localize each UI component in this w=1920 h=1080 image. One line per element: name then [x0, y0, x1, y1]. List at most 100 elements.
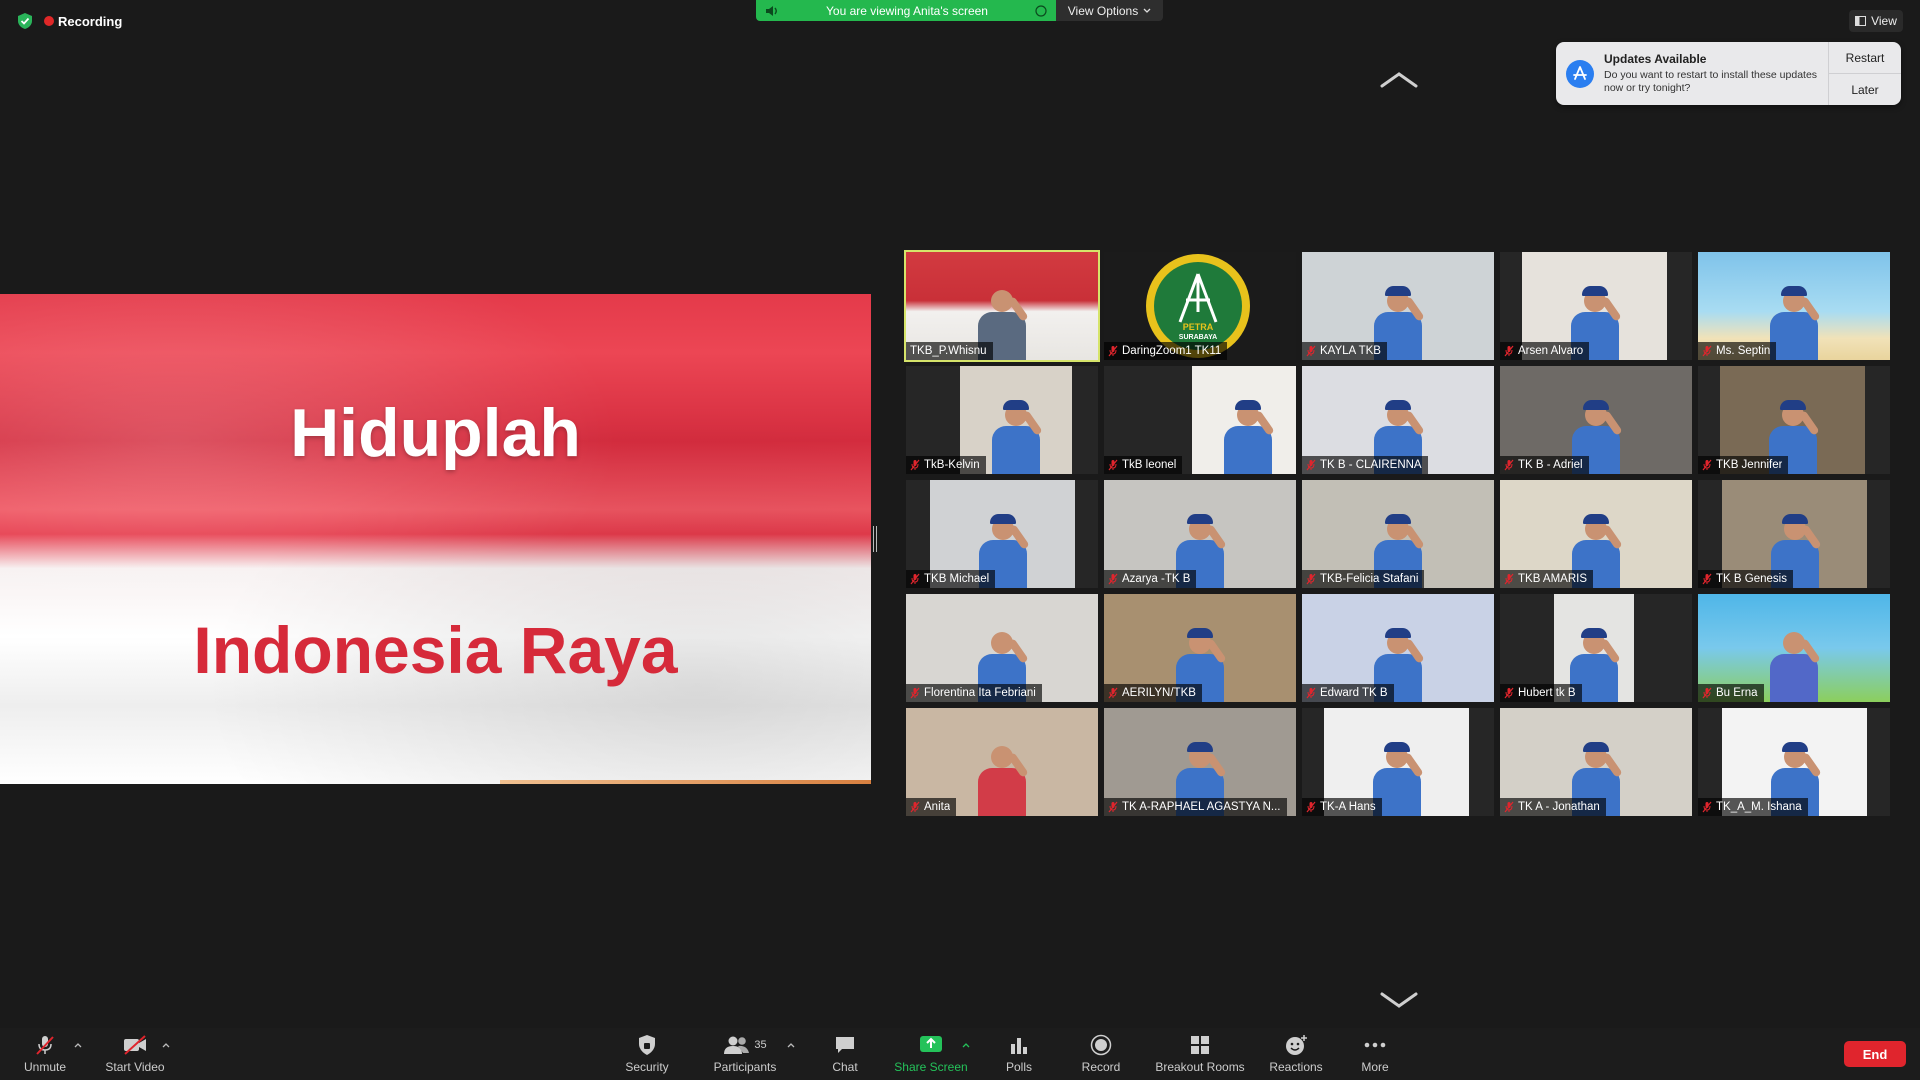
view-options-button[interactable]: View Options — [1056, 0, 1163, 21]
info-icon[interactable] — [1035, 4, 1047, 17]
video-camera-off-icon — [124, 1035, 146, 1055]
participant-name-tag: Edward TK B — [1302, 684, 1394, 702]
microphone-muted-icon — [910, 573, 920, 585]
page-down-arrow-icon[interactable] — [1380, 990, 1418, 1010]
participants-button[interactable]: 35 Participants — [706, 1028, 784, 1080]
later-button[interactable]: Later — [1829, 73, 1901, 105]
participant-tile[interactable]: Florentina Ita Febriani — [906, 594, 1098, 702]
chat-label: Chat — [832, 1060, 858, 1074]
grid-view-icon — [1855, 16, 1867, 26]
participant-figure — [1224, 400, 1275, 474]
participant-tile[interactable]: Anita — [906, 708, 1098, 816]
participant-name: AERILYN/TKB — [1122, 687, 1196, 699]
microphone-muted-icon — [1306, 459, 1316, 471]
recording-dot-icon — [44, 15, 54, 26]
participant-tile[interactable]: Azarya -TK B — [1104, 480, 1296, 588]
participant-tile[interactable]: TK B - Adriel — [1500, 366, 1692, 474]
notification-body: Updates Available Do you want to restart… — [1556, 42, 1828, 105]
participant-name: Hubert tk B — [1518, 687, 1576, 699]
audio-options-caret-icon[interactable] — [73, 1040, 83, 1050]
participant-tile[interactable]: TKB AMARIS — [1500, 480, 1692, 588]
record-button[interactable]: Record — [1076, 1028, 1126, 1080]
microphone-muted-icon — [1306, 345, 1316, 357]
shield-icon[interactable] — [16, 12, 34, 30]
participant-tile[interactable]: Arsen Alvaro — [1500, 252, 1692, 360]
participant-name: TKB-Felicia Stafani — [1320, 573, 1419, 585]
page-up-arrow-icon[interactable] — [1380, 70, 1418, 90]
record-icon — [1090, 1034, 1112, 1056]
participant-tile[interactable]: KAYLA TKB — [1302, 252, 1494, 360]
security-label: Security — [625, 1060, 669, 1074]
participants-icon — [724, 1036, 750, 1054]
participant-name: TK_A_M. Ishana — [1716, 801, 1802, 813]
participant-tile[interactable]: TKB Jennifer — [1698, 366, 1890, 474]
participant-tile[interactable]: TK B - CLAIRENNA — [1302, 366, 1494, 474]
start-video-label: Start Video — [105, 1060, 165, 1074]
participant-name-tag: TkB-Kelvin — [906, 456, 986, 474]
video-gallery: TKB_P.Whisnu PETRA SURABAYA DaringZoom1 TK1… — [904, 250, 1891, 816]
participant-tile[interactable]: TK B Genesis — [1698, 480, 1890, 588]
participant-name-tag: TKB-Felicia Stafani — [1302, 570, 1425, 588]
restart-button[interactable]: Restart — [1829, 42, 1901, 73]
breakout-rooms-button[interactable]: Breakout Rooms — [1148, 1028, 1252, 1080]
participant-tile[interactable]: TK-A Hans — [1302, 708, 1494, 816]
update-notification: Updates Available Do you want to restart… — [1556, 42, 1901, 105]
participant-tile[interactable]: PETRA SURABAYA DaringZoom1 TK11 — [1104, 252, 1296, 360]
viewing-banner-text: You are viewing Anita's screen — [826, 3, 988, 18]
microphone-muted-icon — [1108, 801, 1118, 813]
participant-tile[interactable]: Hubert tk B — [1500, 594, 1692, 702]
shared-screen[interactable]: Hiduplah Indonesia Raya — [0, 294, 871, 784]
more-dots-icon — [1364, 1042, 1386, 1048]
chat-button[interactable]: Chat — [820, 1028, 870, 1080]
more-button[interactable]: More — [1352, 1028, 1398, 1080]
participant-tile[interactable]: TK_A_M. Ishana — [1698, 708, 1890, 816]
security-button[interactable]: Security — [616, 1028, 678, 1080]
participant-tile[interactable]: TKB Michael — [906, 480, 1098, 588]
participant-name: TK-A Hans — [1320, 801, 1376, 813]
participant-tile[interactable]: AERILYN/TKB — [1104, 594, 1296, 702]
reactions-button[interactable]: Reactions — [1264, 1028, 1328, 1080]
participant-tile[interactable]: Ms. Septin — [1698, 252, 1890, 360]
app-store-icon — [1566, 59, 1594, 88]
participant-name: TK B - Adriel — [1518, 459, 1583, 471]
participant-tile[interactable]: TKB_P.Whisnu — [904, 250, 1100, 362]
participant-name-tag: TK-A Hans — [1302, 798, 1382, 816]
participants-options-caret-icon[interactable] — [786, 1040, 796, 1050]
microphone-muted-icon — [1504, 687, 1514, 699]
participant-tile[interactable]: TkB-Kelvin — [906, 366, 1098, 474]
start-video-button[interactable]: Start Video — [100, 1028, 170, 1080]
breakout-rooms-icon — [1191, 1036, 1209, 1054]
participant-tile[interactable]: Bu Erna — [1698, 594, 1890, 702]
unmute-button[interactable]: Unmute — [16, 1028, 74, 1080]
share-options-caret-icon[interactable] — [961, 1040, 971, 1050]
participant-figure — [1770, 286, 1821, 360]
microphone-muted-icon — [1108, 573, 1118, 585]
participant-tile[interactable]: TK A-RAPHAEL AGASTYA N... — [1104, 708, 1296, 816]
polls-button[interactable]: Polls — [994, 1028, 1044, 1080]
microphone-muted-icon — [1306, 801, 1316, 813]
participant-tile[interactable]: TKB-Felicia Stafani — [1302, 480, 1494, 588]
participant-tile[interactable]: TkB leonel — [1104, 366, 1296, 474]
recording-label: Recording — [58, 13, 123, 29]
microphone-muted-icon — [1702, 687, 1712, 699]
school-logo-subtext: SURABAYA — [1178, 334, 1218, 341]
microphone-muted-icon — [1702, 573, 1712, 585]
video-options-caret-icon[interactable] — [161, 1040, 171, 1050]
split-divider-handle[interactable] — [873, 526, 877, 552]
share-screen-button[interactable]: Share Screen — [890, 1028, 972, 1080]
participant-tile[interactable]: TK A - Jonathan — [1500, 708, 1692, 816]
recording-indicator[interactable]: Recording — [16, 10, 122, 32]
view-button[interactable]: View — [1849, 10, 1903, 32]
participant-name: TKB Jennifer — [1716, 459, 1783, 471]
participant-tile[interactable]: Edward TK B — [1302, 594, 1494, 702]
microphone-muted-icon — [1702, 459, 1712, 471]
school-logo-text: PETRA — [1182, 322, 1214, 332]
meeting-toolbar: Unmute Start Video Security 35 Participa… — [0, 1028, 1920, 1080]
shared-screen-line-2: Indonesia Raya — [193, 613, 678, 687]
participant-name-tag: DaringZoom1 TK11 — [1104, 342, 1228, 360]
microphone-muted-icon — [910, 801, 920, 813]
end-meeting-button[interactable]: End — [1844, 1041, 1906, 1067]
participant-name: Ms. Septin — [1716, 345, 1771, 357]
participant-name-tag: TK B - Adriel — [1500, 456, 1589, 474]
participant-name-tag: KAYLA TKB — [1302, 342, 1387, 360]
